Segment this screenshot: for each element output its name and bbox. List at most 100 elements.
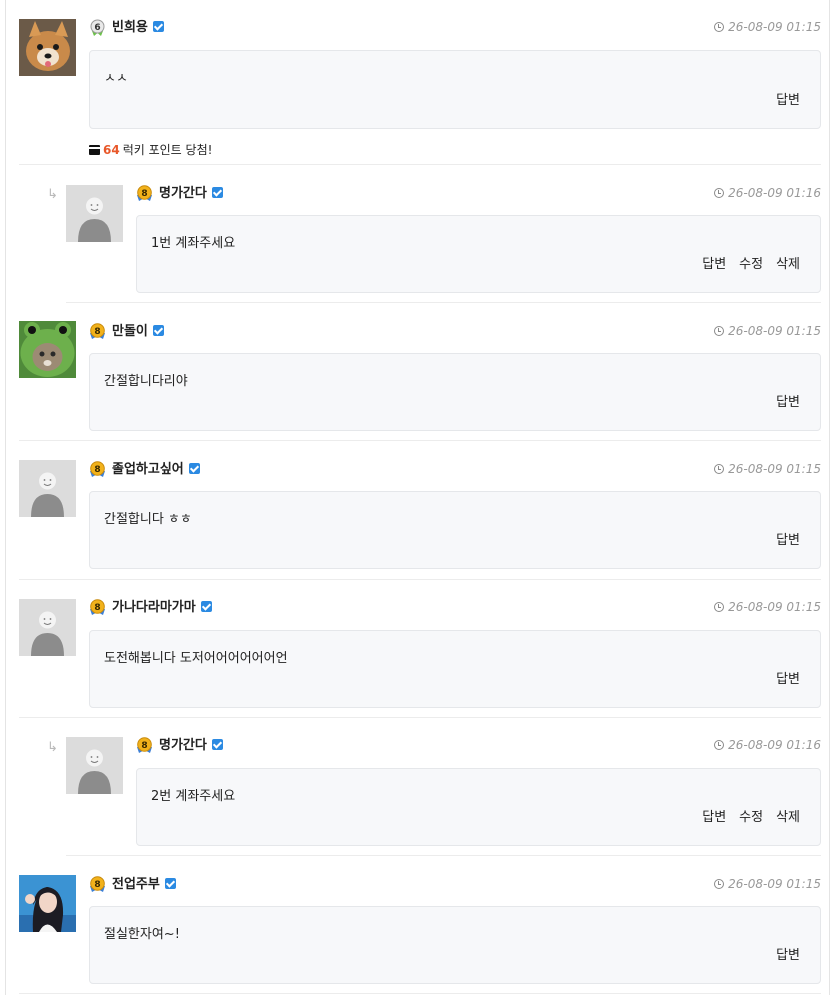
verified-check-icon [200, 601, 212, 612]
divider [19, 993, 821, 994]
comment-bubble: 1번 계좌주세요 답변 수정 삭제 [136, 215, 821, 293]
avatar-dog[interactable] [19, 19, 76, 76]
time-text: 26-08-09 01:16 [728, 738, 821, 752]
frame-border-right [829, 0, 830, 995]
clock-icon [714, 879, 725, 889]
comment-author[interactable]: 전업주부 [112, 876, 176, 893]
clock-icon [714, 22, 725, 32]
svg-text:8: 8 [94, 603, 100, 613]
clock-icon [714, 326, 725, 336]
time-text: 26-08-09 01:15 [728, 600, 821, 614]
comment-time: 26-08-09 01:15 [714, 599, 821, 616]
comment-time: 26-08-09 01:15 [714, 19, 821, 36]
avatar-frog-cat[interactable] [19, 321, 76, 378]
reply-button[interactable]: 답변 [776, 533, 800, 548]
svg-text:8: 8 [94, 327, 100, 337]
author-name: 명가간다 [159, 738, 207, 753]
comment-time: 26-08-09 01:16 [714, 185, 821, 202]
divider [66, 302, 821, 303]
reply-button[interactable]: 답변 [776, 93, 800, 108]
avatar-photo[interactable] [19, 875, 76, 932]
level-8-badge-icon: 8 [136, 737, 153, 754]
level-8-badge-icon: 8 [89, 599, 106, 616]
divider [19, 579, 821, 580]
comment-actions: 답변 [763, 529, 800, 548]
comment-author[interactable]: 빈희용 [112, 19, 164, 36]
svg-text:8: 8 [94, 880, 100, 890]
verified-check-icon [211, 739, 223, 750]
comment-actions: 답변 [763, 89, 800, 108]
comment-text: 1번 계좌주세요 [151, 236, 236, 251]
comment-text: 절실한자여~! [104, 927, 180, 942]
comment-bubble: ㅅㅅ 답변 [89, 50, 821, 129]
comment-text: 도전해봅니다 도저어어어어어어언 [104, 651, 288, 666]
comment-bubble: 도전해봅니다 도저어어어어어어언 답변 [89, 630, 821, 708]
time-text: 26-08-09 01:15 [728, 462, 821, 476]
comment-text: 간절합니다리야 [104, 374, 188, 389]
comment-time: 26-08-09 01:15 [714, 876, 821, 893]
divider [66, 855, 821, 856]
comment-actions: 답변 수정 삭제 [689, 806, 800, 825]
author-name: 빈희용 [112, 20, 148, 35]
comment-text: 간절합니다 ㅎㅎ [104, 512, 192, 527]
clock-icon [714, 740, 725, 750]
divider [19, 440, 821, 441]
level-8-badge-icon: 8 [89, 461, 106, 478]
clock-icon [714, 602, 725, 612]
comment-actions: 답변 [763, 944, 800, 963]
comment-actions: 답변 수정 삭제 [689, 253, 800, 272]
time-text: 26-08-09 01:15 [728, 877, 821, 891]
comment-bubble: 간절합니다 ㅎㅎ 답변 [89, 491, 821, 569]
comment-author[interactable]: 만돌이 [112, 323, 164, 340]
reply-arrow-icon: ↳ [47, 740, 58, 755]
comment-author[interactable]: 졸업하고싶어 [112, 461, 200, 478]
time-text: 26-08-09 01:15 [728, 324, 821, 338]
verified-check-icon [188, 463, 200, 474]
comment-time: 26-08-09 01:16 [714, 737, 821, 754]
comment-bubble: 간절합니다리야 답변 [89, 353, 821, 431]
reply-button[interactable]: 답변 [702, 257, 726, 272]
avatar-default[interactable] [66, 737, 123, 794]
comment-actions: 답변 [763, 391, 800, 410]
svg-text:8: 8 [141, 189, 147, 199]
lucky-points-text: 럭키 포인트 당첨! [122, 143, 213, 157]
level-6-badge-icon: 6 [89, 19, 106, 36]
verified-check-icon [164, 878, 176, 889]
verified-check-icon [152, 325, 164, 336]
reply-button[interactable]: 답변 [702, 810, 726, 825]
comment-text: 2번 계좌주세요 [151, 789, 236, 804]
level-8-badge-icon: 8 [136, 185, 153, 202]
clock-icon [714, 188, 725, 198]
svg-text:8: 8 [141, 741, 147, 751]
svg-text:6: 6 [94, 23, 100, 33]
divider [19, 717, 821, 718]
comment-bubble: 2번 계좌주세요 답변 수정 삭제 [136, 768, 821, 846]
verified-check-icon [152, 21, 164, 32]
reply-button[interactable]: 답변 [776, 395, 800, 410]
level-8-badge-icon: 8 [89, 876, 106, 893]
time-text: 26-08-09 01:16 [728, 186, 821, 200]
delete-button[interactable]: 삭제 [776, 257, 800, 272]
comment-text: ㅅㅅ [104, 71, 128, 86]
comment-time: 26-08-09 01:15 [714, 461, 821, 478]
lucky-points-value: 64 [103, 143, 120, 157]
avatar-default[interactable] [19, 599, 76, 656]
avatar-default[interactable] [19, 460, 76, 517]
comment-author[interactable]: 가나다라마가마 [112, 599, 212, 616]
reply-arrow-icon: ↳ [47, 187, 58, 202]
verified-check-icon [211, 187, 223, 198]
divider [19, 164, 821, 165]
author-name: 명가간다 [159, 186, 207, 201]
clock-icon [714, 464, 725, 474]
reply-button[interactable]: 답변 [776, 672, 800, 687]
reply-button[interactable]: 답변 [776, 948, 800, 963]
gift-icon [88, 145, 101, 155]
edit-button[interactable]: 수정 [739, 257, 763, 272]
comment-author[interactable]: 명가간다 [159, 737, 223, 754]
level-8-badge-icon: 8 [89, 323, 106, 340]
edit-button[interactable]: 수정 [739, 810, 763, 825]
comment-author[interactable]: 명가간다 [159, 185, 223, 202]
avatar-default[interactable] [66, 185, 123, 242]
author-name: 전업주부 [112, 877, 160, 892]
delete-button[interactable]: 삭제 [776, 810, 800, 825]
